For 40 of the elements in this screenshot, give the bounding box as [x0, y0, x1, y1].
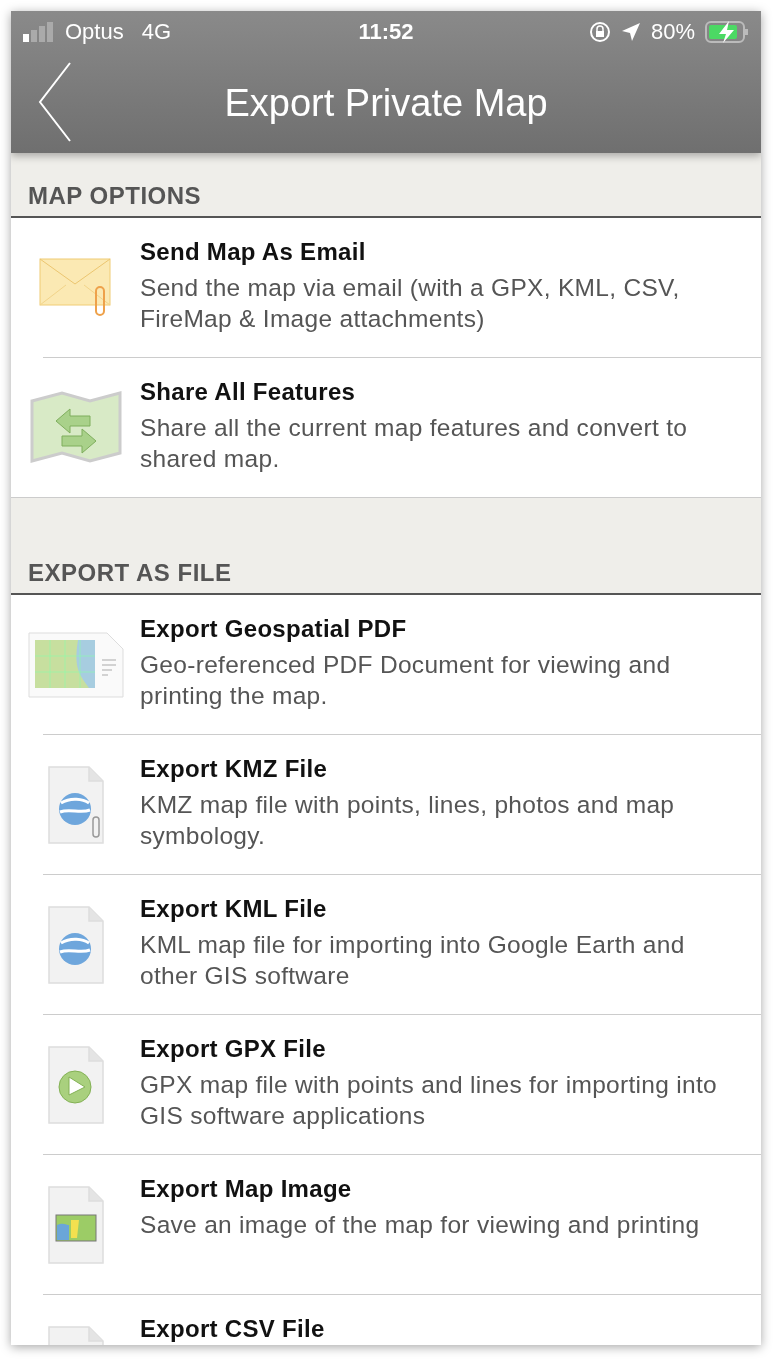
image-document-icon — [46, 1185, 105, 1265]
option-description: Save an image of the map for viewing and printing — [140, 1210, 700, 1240]
carrier-name: Optus — [65, 19, 124, 45]
globe-document-icon — [46, 765, 105, 845]
clock-time: 11:52 — [358, 19, 414, 45]
export-option-row[interactable]: Send Map As Email Send the map via email (with a GPX, KML, CSV, FireMap & Image attachments) — [11, 218, 761, 358]
option-description: Send the map via email (with a GPX, KML, CSV, FireMap & Image attachments) — [140, 273, 681, 334]
option-description: Share all the current map features and convert to shared map. — [140, 413, 689, 474]
export-option-row[interactable]: Export KML File KML map file for importing into Google Earth and other GIS software — [11, 875, 761, 1015]
option-title: Export CSV File — [140, 1315, 325, 1343]
section-header: MAP OPTIONS — [28, 182, 202, 210]
option-title: Export KML File — [140, 895, 328, 923]
option-title: Export Geospatial PDF — [140, 615, 408, 643]
option-title: Export Map Image — [140, 1175, 353, 1203]
export-option-row[interactable]: Export Geospatial PDF Geo-referenced PDF Document for viewing and printing the map. — [11, 595, 761, 735]
option-description: Geo-referenced PDF Document for viewing and printing the map. — [140, 650, 672, 711]
map-document-icon — [27, 632, 124, 698]
option-title: Export GPX File — [140, 1035, 327, 1063]
section-header: EXPORT AS FILE — [28, 559, 232, 587]
option-title: Send Map As Email — [140, 238, 367, 266]
export-option-row[interactable]: Export Map Image Save an image of the map for viewing and printing — [11, 1155, 761, 1295]
arrow-document-icon — [46, 1045, 105, 1125]
option-description: GPX map file with points and lines for importing into GIS software applications — [140, 1070, 718, 1131]
battery-charging-icon — [705, 20, 749, 44]
battery-percentage: 80% — [650, 19, 695, 45]
back-chevron-icon — [38, 61, 72, 142]
export-option-row[interactable]: Share All Features Share all the current map features and convert to shared map. — [11, 358, 761, 498]
network-type: 4G — [141, 19, 172, 45]
screen-title: Export Private Map — [224, 81, 548, 125]
option-title: Export KMZ File — [140, 755, 329, 783]
signal-icon — [23, 22, 55, 42]
option-description: KMZ map file with points, lines, photos and map symbology. — [140, 790, 676, 851]
option-description: KML map file for importing into Google Earth and other GIS software — [140, 930, 686, 991]
option-title: Share All Features — [140, 378, 357, 406]
envelope-icon — [38, 258, 113, 318]
globe-document-icon — [46, 905, 105, 985]
location-arrow-icon — [620, 22, 641, 42]
export-option-row[interactable]: Export KMZ File KMZ map file with points, lines, photos and map symbology. — [11, 735, 761, 875]
rotation-lock-icon — [588, 21, 611, 43]
export-option-row[interactable]: Export GPX File GPX map file with points and lines for importing into GIS software applications — [11, 1015, 761, 1155]
